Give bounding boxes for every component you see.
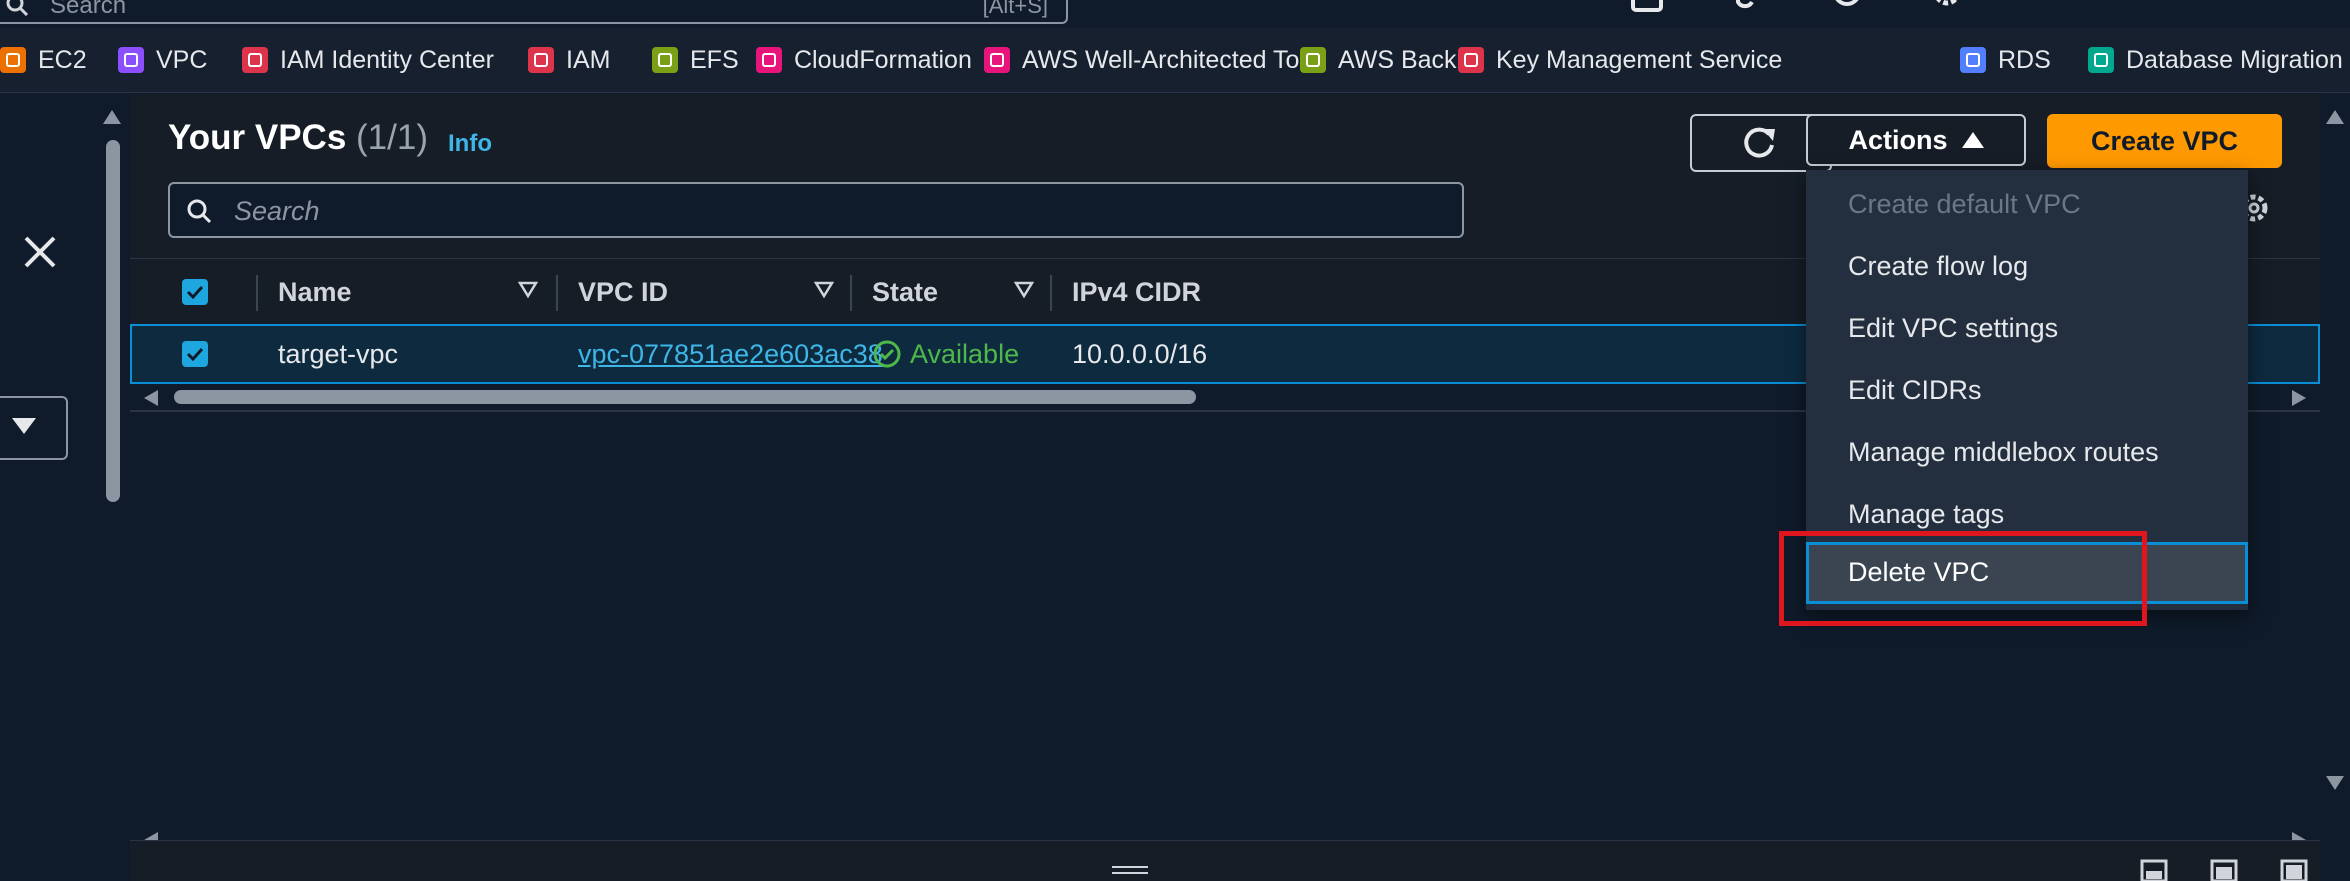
split-panel-footer <box>130 840 2320 881</box>
sort-icon[interactable] <box>814 281 834 299</box>
favorite-vpc[interactable]: VPC <box>118 28 207 92</box>
select-all-checkbox[interactable] <box>182 279 208 305</box>
menu-item-edit-vpc-settings[interactable]: Edit VPC settings <box>1848 312 2058 344</box>
favorite-key-management-service[interactable]: Key Management Service <box>1458 28 1782 92</box>
column-divider <box>256 275 258 311</box>
column-header-state[interactable]: State <box>872 259 938 325</box>
favorite-aws-well-architected-tool[interactable]: AWS Well-Architected Tool <box>984 28 1319 92</box>
help-icon[interactable] <box>1830 0 1864 16</box>
favorite-label: IAM Identity Center <box>280 45 494 74</box>
vpc-id-link[interactable]: vpc-077851ae2e603ac38 <box>578 326 883 382</box>
page-title: Your VPCs (1/1) <box>168 118 428 158</box>
favorite-iam-identity-center[interactable]: IAM Identity Center <box>242 28 494 92</box>
refresh-icon <box>1744 127 1775 158</box>
actions-label: Actions <box>1848 124 1948 155</box>
cell-ipv4-cidr: 10.0.0.0/16 <box>1072 338 1208 369</box>
service-icon <box>242 47 268 73</box>
panel-side-icon[interactable] <box>2210 859 2238 881</box>
checkmark-icon <box>186 347 204 361</box>
menu-item-create-flow-log[interactable]: Create flow log <box>1848 250 2028 282</box>
menu-item-edit-cidrs[interactable]: Edit CIDRs <box>1848 374 1982 406</box>
sort-icon[interactable] <box>1014 281 1034 299</box>
close-icon[interactable] <box>22 234 58 270</box>
top-navigation: Search [Alt+S] <box>0 0 2350 24</box>
settings-icon[interactable] <box>1930 0 1964 16</box>
search-icon <box>6 0 28 16</box>
favorite-label: IAM <box>566 45 611 74</box>
favorite-label: RDS <box>1998 45 2051 74</box>
search-placeholder: Search <box>234 196 320 226</box>
service-icon <box>756 47 782 73</box>
column-header-name[interactable]: Name <box>278 259 352 325</box>
favorite-cloudformation[interactable]: CloudFormation <box>756 28 972 92</box>
column-divider <box>1050 275 1052 311</box>
favorite-efs[interactable]: EFS <box>652 28 739 92</box>
caret-down-icon <box>12 418 36 434</box>
service-icon <box>2088 47 2114 73</box>
column-header-vpc-id[interactable]: VPC ID <box>578 259 668 325</box>
annotation-highlight-box <box>1779 531 2147 626</box>
panel-bottom-icon[interactable] <box>2140 859 2168 881</box>
scroll-down-icon[interactable] <box>2326 776 2344 790</box>
favorite-label: EC2 <box>38 45 87 74</box>
notifications-icon[interactable] <box>1728 0 1762 16</box>
favorite-iam[interactable]: IAM <box>528 28 610 92</box>
cloudshell-icon[interactable] <box>1630 0 1664 16</box>
favorite-label: Database Migration S <box>2126 45 2350 74</box>
scroll-up-icon[interactable] <box>2326 110 2344 124</box>
menu-item-manage-tags[interactable]: Manage tags <box>1848 498 2004 530</box>
vpc-search-input[interactable]: Search <box>168 182 1464 238</box>
column-header-ipv4-cidr[interactable]: IPv4 CIDR <box>1072 259 1201 325</box>
scroll-right-icon[interactable] <box>2292 390 2306 406</box>
title-text: Your VPCs <box>168 118 347 157</box>
drag-handle-icon[interactable] <box>1110 863 1150 879</box>
actions-button[interactable]: Actions <box>1806 114 2026 166</box>
scroll-left-icon[interactable] <box>144 390 158 406</box>
service-icon <box>118 47 144 73</box>
favorite-label: CloudFormation <box>794 45 972 74</box>
cell-state: Available <box>872 326 1019 382</box>
checkmark-icon <box>186 285 204 299</box>
side-navigation-collapsed <box>0 94 94 880</box>
favorite-database-migration-s[interactable]: Database Migration S <box>2088 28 2350 92</box>
horizontal-scrollbar[interactable] <box>174 390 1196 404</box>
favorite-aws-backup[interactable]: AWS Backup <box>1300 28 1484 92</box>
favorite-label: Key Management Service <box>1496 45 1783 74</box>
column-divider <box>850 275 852 311</box>
row-checkbox[interactable] <box>182 341 208 367</box>
panel-full-icon[interactable] <box>2280 859 2308 881</box>
favorite-rds[interactable]: RDS <box>1960 28 2051 92</box>
service-icon <box>1458 47 1484 73</box>
success-icon <box>873 340 901 368</box>
service-icon <box>1960 47 1986 73</box>
caret-up-icon <box>1961 132 1984 148</box>
search-icon <box>187 199 212 224</box>
state-text: Available <box>910 338 1020 369</box>
cell-name: target-vpc <box>278 338 399 369</box>
service-icon <box>528 47 554 73</box>
favorite-ec2[interactable]: EC2 <box>0 28 87 92</box>
scroll-up-icon[interactable] <box>103 110 121 124</box>
create-vpc-button[interactable]: Create VPC <box>2047 114 2282 168</box>
global-search-input[interactable]: Search [Alt+S] <box>0 0 1068 24</box>
favorite-label: AWS Well-Architected Tool <box>1022 45 1319 74</box>
info-link[interactable]: Info <box>448 130 492 158</box>
favorite-label: VPC <box>156 45 208 74</box>
vertical-scrollbar[interactable] <box>106 140 120 502</box>
sort-icon[interactable] <box>518 281 538 299</box>
menu-item-create-default-vpc: Create default VPC <box>1848 189 2081 219</box>
favorite-label: EFS <box>690 45 739 74</box>
service-icon <box>0 47 26 73</box>
selection-count: (1/1) <box>356 118 428 157</box>
favorites-bar: EC2 VPC IAM Identity Center IAM EFS CloudForm… <box>0 28 2350 93</box>
menu-item-manage-middlebox-routes[interactable]: Manage middlebox routes <box>1848 436 2159 468</box>
column-divider <box>556 275 558 311</box>
service-icon <box>652 47 678 73</box>
service-icon <box>1300 47 1326 73</box>
region-dropdown[interactable] <box>0 396 68 460</box>
search-shortcut: [Alt+S] <box>982 0 1048 18</box>
global-search-placeholder: Search <box>50 0 127 19</box>
service-icon <box>984 47 1010 73</box>
